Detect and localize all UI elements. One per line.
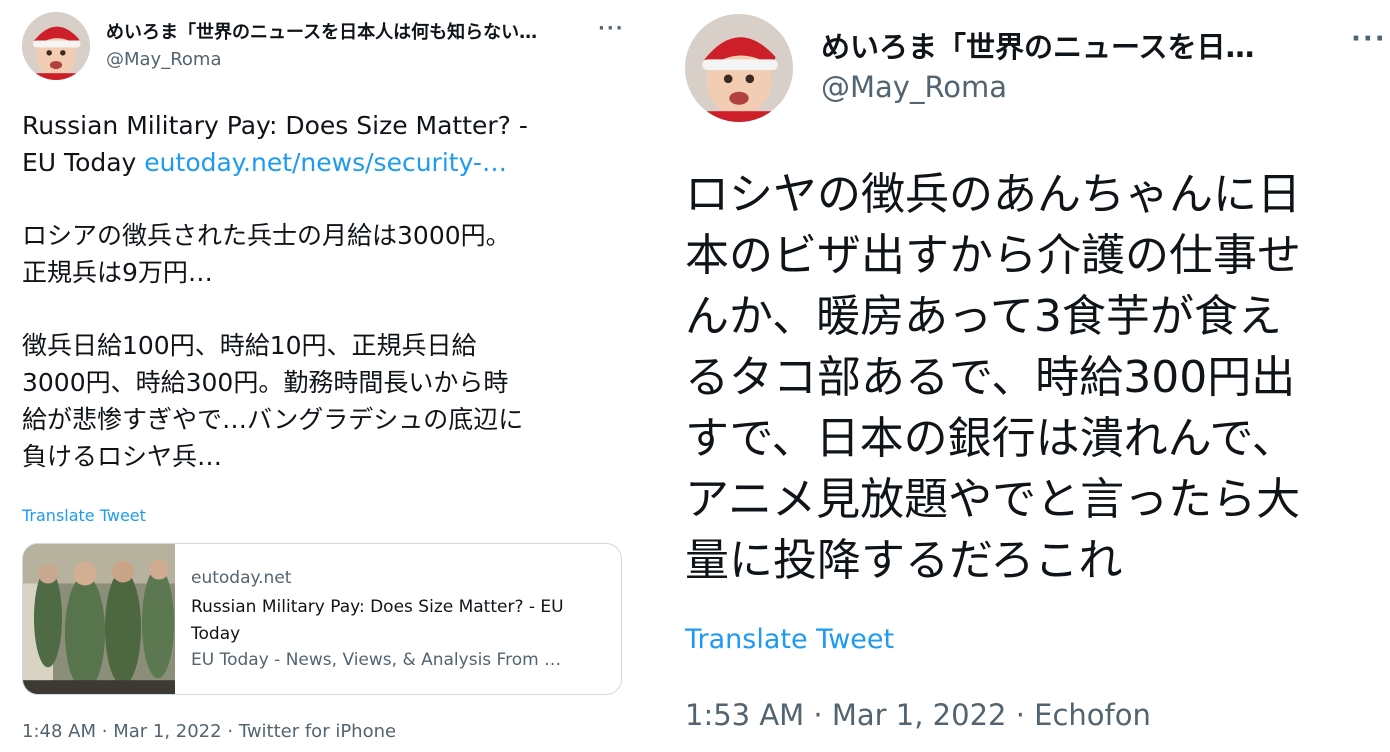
tweet-meta: 1:48 AM · Mar 1, 2022 · Twitter for iPho… (22, 721, 396, 742)
text-line: EU Today eutoday.net/news/security-… (22, 144, 632, 181)
soldiers-photo-icon (23, 544, 175, 694)
screenshot-stage: めいろま「世界のニュースを日本人は何も知らない… @May_Roma ··· R… (0, 0, 1390, 752)
text-line: すで、日本の銀行は潰れんで、 (685, 413, 1296, 464)
card-image (23, 544, 175, 694)
avatar-baby-santa-icon (685, 14, 793, 122)
text-line: 徴兵日給100円、時給10円、正規兵日給 (22, 331, 477, 360)
text-line: 負けるロシヤ兵… (22, 442, 223, 471)
card-body: eutoday.net Russian Military Pay: Does S… (191, 544, 609, 694)
text-line: 正規兵は9万円… (22, 258, 213, 287)
more-horizontal-icon[interactable]: ··· (598, 18, 625, 39)
text-line: 本のビザ出すから介護の仕事せ (685, 230, 1301, 281)
tweet-client[interactable]: Twitter for iPhone (239, 721, 396, 742)
meta-separator: · (101, 721, 108, 742)
avatar[interactable] (22, 12, 90, 80)
tweet-date[interactable]: Mar 1, 2022 (832, 698, 1007, 732)
text-line: んか、暖房あって3食芋が食え (685, 291, 1282, 342)
link-preview-card[interactable]: eutoday.net Russian Military Pay: Does S… (22, 543, 622, 695)
avatar[interactable] (685, 14, 793, 122)
tweet-left: めいろま「世界のニュースを日本人は何も知らない… @May_Roma ··· R… (0, 0, 645, 752)
tweet-link[interactable]: eutoday.net/news/security-… (144, 148, 507, 177)
tweet-client[interactable]: Echofon (1034, 698, 1151, 732)
translate-tweet-link[interactable]: Translate Tweet (685, 624, 894, 655)
more-horizontal-icon[interactable]: ··· (1351, 24, 1387, 54)
tweet-time[interactable]: 1:48 AM (22, 721, 96, 742)
card-description: EU Today - News, Views, & Analysis From … (191, 650, 562, 670)
text-line: 量に投降するだろこれ (685, 535, 1123, 586)
card-title: Russian Military Pay: Does Size Matter? … (191, 597, 564, 644)
tweet-time[interactable]: 1:53 AM (685, 698, 804, 732)
text-line: アニメ見放題やでと言ったら大 (685, 474, 1301, 525)
text-line: るタコ部あるで、時給300円出 (685, 352, 1296, 403)
text-line: ロシアの徴兵された兵士の月給は3000円。 (22, 221, 511, 250)
tweet-text: Russian Military Pay: Does Size Matter? … (22, 107, 632, 475)
card-domain: eutoday.net (191, 568, 292, 588)
meta-separator: · (227, 721, 234, 742)
avatar-baby-santa-icon (22, 12, 90, 80)
text-line: 給が悲惨すぎやで…バングラデシュの底辺に (22, 405, 524, 434)
text-line: Russian Military Pay: Does Size Matter? … (22, 111, 528, 140)
tweet-text: ロシヤの徴兵のあんちゃんに日 本のビザ出すから介護の仕事せ んか、暖房あって3食… (685, 164, 1385, 591)
text-fragment: EU Today (22, 148, 145, 177)
display-name[interactable]: めいろま「世界のニュースを日… (821, 24, 1291, 66)
text-line: 3000円、時給300円。勤務時間長いから時 (22, 368, 509, 397)
tweet-date[interactable]: Mar 1, 2022 (113, 721, 221, 742)
tweet-right: めいろま「世界のニュースを日… @May_Roma ··· ロシヤの徴兵のあんち… (645, 0, 1390, 752)
user-handle[interactable]: @May_Roma (821, 70, 1007, 104)
translate-tweet-link[interactable]: Translate Tweet (22, 506, 146, 525)
tweet-meta: 1:53 AM · Mar 1, 2022 · Echofon (685, 698, 1151, 732)
user-handle[interactable]: @May_Roma (106, 49, 222, 70)
display-name[interactable]: めいろま「世界のニュースを日本人は何も知らない… (106, 18, 576, 44)
meta-separator: · (813, 698, 823, 732)
text-line: ロシヤの徴兵のあんちゃんに日 (685, 169, 1301, 220)
meta-separator: · (1015, 698, 1025, 732)
